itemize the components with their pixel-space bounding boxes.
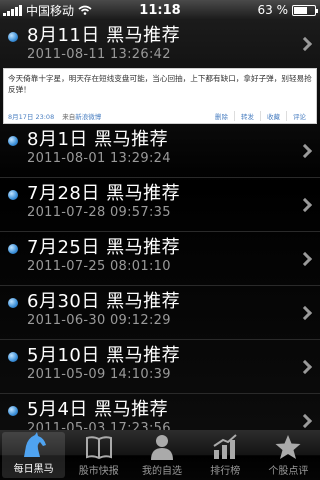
item-title: 7月28日 黑马推荐 <box>27 183 181 204</box>
item-date: 2011-08-01 13:29:24 <box>27 151 171 166</box>
list-item[interactable]: 8月11日 黑马推荐 2011-08-11 13:26:42 <box>0 20 320 68</box>
list-item[interactable]: 7月28日 黑马推荐 2011-07-28 09:57:35 <box>0 178 320 232</box>
post-source-prefix: 来自 <box>62 113 76 121</box>
post-actions: 删除 转发 收藏 评论 <box>209 111 312 121</box>
bullet-icon <box>8 298 18 308</box>
item-date: 2011-08-11 13:26:42 <box>27 47 171 62</box>
tab-my-watchlist[interactable]: 我的自选 <box>130 430 193 480</box>
item-title: 8月1日 黑马推荐 <box>27 129 169 150</box>
item-date: 2011-05-03 17:23:56 <box>27 421 171 430</box>
bullet-icon <box>8 244 18 254</box>
tab-label: 个股点评 <box>268 466 309 477</box>
bar-chart-icon <box>213 434 237 459</box>
item-title: 6月30日 黑马推荐 <box>27 291 181 312</box>
recommendation-list[interactable]: 8月11日 黑马推荐 2011-08-11 13:26:42 今天倚靠十字星，明… <box>0 20 320 430</box>
item-title: 7月25日 黑马推荐 <box>27 237 181 258</box>
post-time: 8月17日 23:08 <box>8 113 55 121</box>
bullet-icon <box>8 136 18 146</box>
list-item[interactable]: 5月4日 黑马推荐 2011-05-03 17:23:56 <box>0 394 320 430</box>
list-item[interactable]: 8月1日 黑马推荐 2011-08-01 13:29:24 <box>0 124 320 178</box>
comment-link[interactable]: 评论 <box>286 111 312 121</box>
list-item[interactable]: 5月10日 黑马推荐 2011-05-09 14:10:39 <box>0 340 320 394</box>
tab-bar: 每日黑马 股市快报 我的自选 排行榜 个股点评 <box>0 430 320 480</box>
bullet-icon <box>8 352 18 362</box>
list-item[interactable]: 7月25日 黑马推荐 2011-07-25 08:01:10 <box>0 232 320 286</box>
favorite-link[interactable]: 收藏 <box>260 111 286 121</box>
person-icon <box>151 435 173 460</box>
item-title: 8月11日 黑马推荐 <box>27 25 181 46</box>
item-title: 5月4日 黑马推荐 <box>27 399 169 420</box>
item-date: 2011-07-25 08:01:10 <box>27 259 171 274</box>
battery-percent: 63 % <box>257 3 289 17</box>
post-meta: 8月17日 23:08 来自新浪微博 删除 转发 收藏 评论 <box>8 111 312 121</box>
tab-label: 股市快报 <box>78 466 119 477</box>
weibo-post: 今天倚靠十字星，明天存在短线变盘可能，当心回抽，上下都有缺口，拿好子弹，别轻易抢… <box>3 68 317 124</box>
tab-rankings[interactable]: 排行榜 <box>194 430 257 480</box>
item-date: 2011-05-09 14:10:39 <box>27 367 171 382</box>
tab-label: 排行榜 <box>210 466 241 477</box>
item-title: 5月10日 黑马推荐 <box>27 345 181 366</box>
item-date: 2011-07-28 09:57:35 <box>27 205 171 220</box>
battery-icon <box>292 4 318 16</box>
item-date: 2011-06-30 09:12:29 <box>27 313 171 328</box>
star-icon <box>275 435 301 459</box>
bullet-icon <box>8 406 18 416</box>
post-source: 来自新浪微博 <box>62 111 101 121</box>
post-source-link[interactable]: 新浪微博 <box>75 113 101 121</box>
bullet-icon <box>8 190 18 200</box>
tab-label: 每日黑马 <box>13 464 54 475</box>
horse-icon <box>23 432 46 457</box>
delete-link[interactable]: 删除 <box>209 111 234 121</box>
status-bar: 中国移动 11:18 63 % <box>0 0 320 20</box>
tab-stock-review[interactable]: 个股点评 <box>257 430 320 480</box>
bullet-icon <box>8 32 18 42</box>
tab-daily-dark-horse[interactable]: 每日黑马 <box>2 432 66 478</box>
tab-market-news[interactable]: 股市快报 <box>67 430 130 480</box>
list-item[interactable]: 6月30日 黑马推荐 2011-06-30 09:12:29 <box>0 286 320 340</box>
tab-label: 我的自选 <box>142 466 182 477</box>
book-icon <box>85 436 112 460</box>
battery-indicator: 63 % <box>257 3 318 17</box>
repost-link[interactable]: 转发 <box>234 111 260 121</box>
post-text: 今天倚靠十字星，明天存在短线变盘可能，当心回抽，上下都有缺口，拿好子弹，别轻易抢… <box>8 74 312 94</box>
